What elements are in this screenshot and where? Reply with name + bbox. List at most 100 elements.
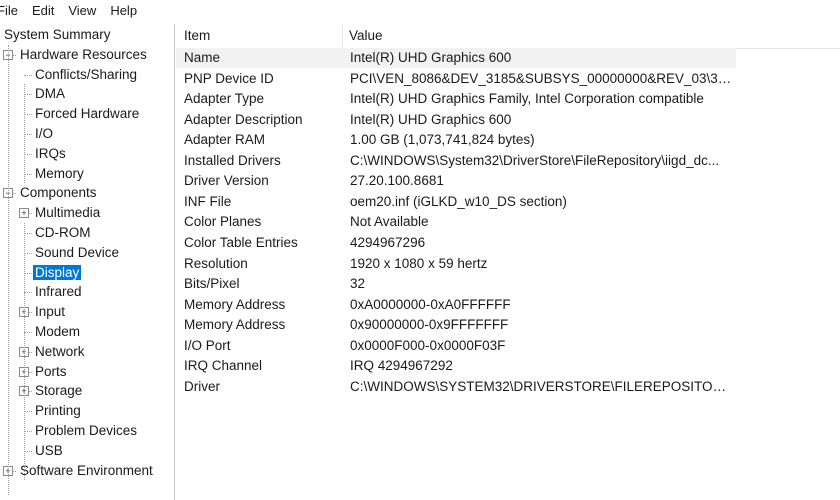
menu-file[interactable]: File [0, 0, 25, 22]
tree-connector [24, 114, 32, 116]
menu-view[interactable]: View [61, 0, 103, 22]
table-row[interactable]: Memory Address 0x90000000-0x9FFFFFFF [176, 315, 840, 335]
row-item: IRQ Channel [184, 358, 263, 374]
tree-item-system-summary[interactable]: System Summary [2, 25, 113, 44]
column-divider[interactable] [342, 24, 343, 48]
tree-item-input[interactable]: Input [33, 302, 67, 321]
tree-item-infrared[interactable]: Infrared [33, 282, 84, 301]
tree-item-label: Input [35, 304, 66, 320]
tree-item-i-o[interactable]: I/O [33, 124, 55, 143]
tree-item-label: Forced Hardware [35, 106, 140, 122]
row-value: oem20.inf (iGLKD_w10_DS section) [350, 193, 567, 209]
row-value: 0x90000000-0x9FFFFFFF [350, 317, 509, 333]
row-item: Adapter Type [184, 91, 265, 107]
tree-item-label: Problem Devices [35, 423, 138, 438]
tree-item-label: Infrared [35, 284, 82, 300]
tree-item-software-environment[interactable]: Software Environment [18, 461, 155, 480]
tree-item-label: System Summary [4, 27, 111, 42]
table-row[interactable]: Resolution 1920 x 1080 x 59 hertz [176, 254, 840, 274]
table-row[interactable]: Adapter Type Intel(R) UHD Graphics Family… [176, 89, 840, 109]
row-item: Driver [184, 378, 220, 394]
row-value: C:\WINDOWS\System32\DriverStore\FileRepo… [350, 152, 720, 168]
tree-guide-line [24, 223, 25, 480]
table-row[interactable]: INF File oem20.inf (iGLKD_w10_DS section) [176, 192, 840, 212]
row-value: 0x0000F000-0x0000F03F [350, 337, 506, 353]
tree-item-ports[interactable]: Ports [33, 362, 69, 381]
tree-connector [24, 411, 32, 413]
tree-item-conflicts-sharing[interactable]: Conflicts/Sharing [33, 65, 139, 84]
tree-item-label: Components [20, 185, 97, 201]
tree-item-forced-hardware[interactable]: Forced Hardware [33, 104, 141, 123]
table-row[interactable]: Adapter Description Intel(R) UHD Graphics… [176, 110, 840, 130]
table-row[interactable]: IRQ Channel IRQ 4294967292 [176, 356, 840, 376]
tree-item-components[interactable]: Components [18, 183, 99, 202]
tree-item-network[interactable]: Network [33, 342, 87, 361]
tree-item-label: IRQs [35, 145, 66, 161]
tree-item-hardware-resources[interactable]: Hardware Resources [18, 45, 149, 64]
tree-connector [24, 252, 32, 254]
tree-guide-line [8, 45, 9, 495]
table-row[interactable]: Installed Drivers C:\WINDOWS\System32\Dri… [176, 151, 840, 171]
row-value: 1.00 GB (1,073,741,824 bytes) [350, 132, 535, 148]
menu-edit[interactable]: Edit [25, 0, 61, 22]
row-item: I/O Port [184, 337, 231, 353]
tree-item-memory[interactable]: Memory [33, 164, 86, 183]
tree-item-label: Network [35, 343, 85, 359]
tree-item-label: Software Environment [20, 462, 153, 478]
list-header: Item Value [176, 24, 840, 49]
tree-item-sound-device[interactable]: Sound Device [33, 243, 121, 262]
category-tree[interactable]: System Summary Hardware Resources − Conflic… [0, 24, 175, 500]
tree-item-modem[interactable]: Modem [33, 322, 82, 341]
row-item: Resolution [184, 255, 248, 271]
menu-help[interactable]: Help [103, 0, 144, 22]
tree-connector [24, 272, 32, 274]
table-row[interactable]: Adapter RAM 1.00 GB (1,073,741,824 bytes) [176, 130, 840, 150]
tree-connector [24, 233, 32, 234]
row-item: Installed Drivers [184, 152, 281, 168]
row-item: Color Table Entries [184, 234, 298, 250]
tree-item-multimedia[interactable]: Multimedia [33, 203, 102, 222]
row-value: 4294967296 [350, 234, 426, 250]
table-row[interactable]: Name Intel(R) UHD Graphics 600 [176, 48, 736, 68]
row-item: PNP Device ID [184, 70, 274, 86]
table-row[interactable]: Driver C:\WINDOWS\SYSTEM32\DRIVERSTORE\FI… [176, 377, 840, 397]
menu-bar: File Edit View Help [0, 0, 840, 22]
row-value: 1920 x 1080 x 59 hertz [350, 255, 488, 271]
tree-item-label: DMA [35, 86, 65, 102]
row-value: Intel(R) UHD Graphics Family, Intel Corp… [350, 91, 704, 107]
table-row[interactable]: Memory Address 0xA0000000-0xA0FFFFFF [176, 295, 840, 315]
tree-item-label: Hardware Resources [20, 46, 147, 62]
tree-item-label: Display [33, 264, 82, 280]
table-row[interactable]: Color Table Entries 4294967296 [176, 233, 840, 253]
tree-item-problem-devices[interactable]: Problem Devices [33, 421, 139, 440]
tree-item-usb[interactable]: USB [33, 441, 65, 460]
tree-item-display[interactable]: Display [33, 263, 82, 282]
tree-connector [24, 74, 32, 76]
row-value: 0xA0000000-0xA0FFFFFF [350, 296, 511, 312]
table-row[interactable]: Driver Version 27.20.100.8681 [176, 171, 840, 191]
tree-item-dma[interactable]: DMA [33, 84, 67, 103]
tree-item-storage[interactable]: Storage [33, 381, 84, 400]
column-header-value[interactable]: Value [349, 24, 383, 48]
column-header-item[interactable]: Item [184, 24, 210, 48]
tree-connector [24, 173, 32, 175]
row-item: Driver Version [184, 173, 269, 189]
tree-connector [24, 94, 32, 96]
tree-item-label: CD-ROM [35, 225, 91, 240]
tree-item-printing[interactable]: Printing [33, 401, 83, 420]
table-row[interactable]: Bits/Pixel 32 [176, 274, 840, 294]
tree-connector [24, 450, 32, 452]
table-row[interactable]: PNP Device ID PCI\VEN_8086&DEV_3185&SUBSY… [176, 69, 840, 89]
tree-connector [24, 332, 32, 333]
tree-connector [24, 292, 32, 294]
table-row[interactable]: I/O Port 0x0000F000-0x0000F03F [176, 336, 840, 356]
table-row[interactable]: Color Planes Not Available [176, 212, 840, 232]
tree-item-cd-rom[interactable]: CD-ROM [33, 223, 93, 242]
row-value: Intel(R) UHD Graphics 600 [350, 111, 512, 127]
tree-item-label: Conflicts/Sharing [35, 66, 138, 82]
tree-guide-line [24, 84, 25, 183]
row-item: Memory Address [184, 296, 286, 312]
expand-icon[interactable]: + [19, 208, 29, 219]
tree-connector [24, 134, 32, 135]
tree-item-irqs[interactable]: IRQs [33, 144, 68, 163]
